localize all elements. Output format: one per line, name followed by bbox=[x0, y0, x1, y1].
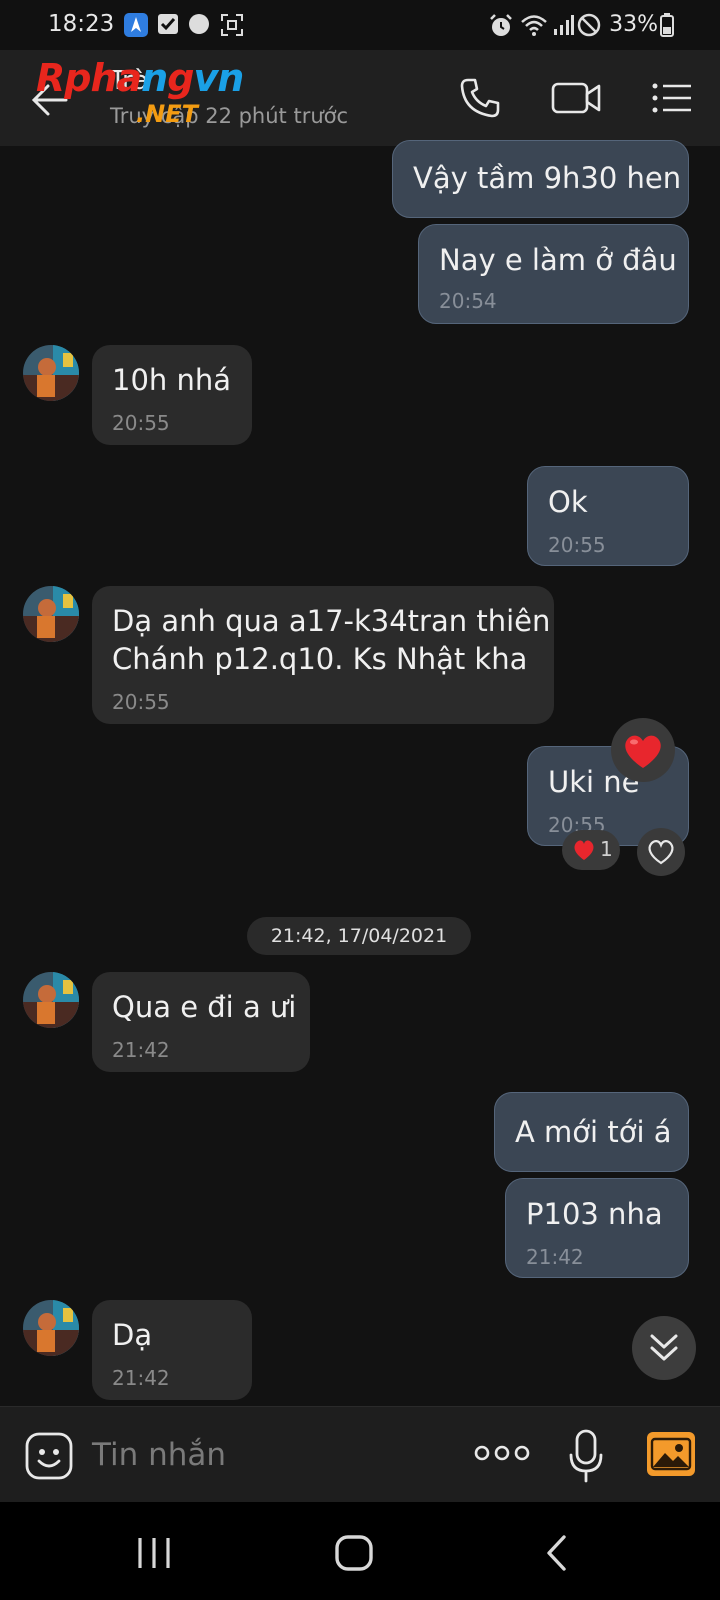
message-bubble-outgoing[interactable]: A mới tới á bbox=[494, 1092, 689, 1172]
message-text: A mới tới á bbox=[515, 1115, 672, 1149]
signal-icon bbox=[554, 15, 574, 35]
message-text: Nay e làm ở đâu bbox=[439, 243, 677, 277]
system-back-icon[interactable] bbox=[544, 1534, 570, 1572]
menu-list-icon[interactable] bbox=[650, 76, 694, 120]
app-notification-icon bbox=[124, 13, 148, 37]
heart-reaction-icon bbox=[574, 840, 594, 860]
message-composer: Tin nhắn bbox=[0, 1406, 720, 1503]
message-time: 21:42 bbox=[526, 1245, 584, 1269]
home-icon[interactable] bbox=[334, 1534, 374, 1572]
watermark-logo: Rphangvn .NET bbox=[36, 56, 244, 128]
date-separator: 21:42, 17/04/2021 bbox=[247, 917, 471, 955]
message-bubble-outgoing[interactable]: P103 nha 21:42 bbox=[505, 1178, 689, 1278]
message-text: Qua e đi a ưi bbox=[112, 990, 297, 1024]
message-text: Vậy tầm 9h30 hen bbox=[413, 161, 682, 195]
message-text: Dạ bbox=[112, 1318, 153, 1352]
message-text-line-2: Chánh p12.q10. Ks Nhật kha bbox=[112, 642, 528, 676]
message-time: 21:42 bbox=[112, 1038, 170, 1062]
message-time: 20:55 bbox=[112, 411, 170, 435]
image-gallery-icon[interactable] bbox=[646, 1431, 696, 1477]
contact-avatar[interactable] bbox=[23, 586, 79, 642]
screenshot-icon bbox=[221, 14, 243, 36]
contact-avatar[interactable] bbox=[23, 972, 79, 1028]
message-bubble-incoming[interactable]: 10h nhá 20:55 bbox=[92, 345, 252, 445]
battery-percent: 33% bbox=[609, 12, 658, 37]
heart-icon bbox=[625, 735, 661, 768]
alarm-icon bbox=[490, 14, 512, 36]
scroll-to-bottom-button[interactable] bbox=[632, 1316, 696, 1380]
status-time: 18:23 bbox=[48, 11, 115, 37]
message-text: P103 nha bbox=[526, 1197, 663, 1231]
message-time: 21:42 bbox=[112, 1366, 170, 1390]
message-bubble-incoming[interactable]: Dạ 21:42 bbox=[92, 1300, 252, 1400]
message-input[interactable]: Tin nhắn bbox=[92, 1437, 226, 1473]
recent-apps-icon[interactable] bbox=[136, 1536, 176, 1570]
battery-icon bbox=[660, 13, 674, 37]
heart-outline-icon bbox=[648, 840, 674, 865]
voice-call-icon[interactable] bbox=[458, 76, 502, 120]
react-like-button[interactable] bbox=[637, 828, 685, 876]
message-time: 20:55 bbox=[112, 690, 170, 714]
message-time: 20:54 bbox=[439, 289, 497, 313]
message-bubble-outgoing[interactable]: Nay e làm ở đâu 20:54 bbox=[418, 224, 689, 324]
system-navigation-bar bbox=[0, 1502, 720, 1600]
status-bar: 18:23 33% bbox=[0, 0, 720, 50]
do-not-disturb-icon bbox=[577, 13, 601, 37]
reaction-badge[interactable]: 1 bbox=[562, 830, 620, 870]
message-bubble-outgoing[interactable]: Vậy tầm 9h30 hen bbox=[392, 140, 689, 218]
double-chevron-down-icon bbox=[650, 1334, 678, 1361]
message-text: Ok bbox=[548, 485, 588, 519]
microphone-icon[interactable] bbox=[568, 1429, 604, 1483]
message-bubble-incoming[interactable]: Qua e đi a ưi 21:42 bbox=[92, 972, 310, 1072]
message-text-line-1: Dạ anh qua a17-k34tran thiên bbox=[112, 604, 551, 638]
dot-notification-icon bbox=[189, 14, 209, 34]
message-time: 20:55 bbox=[548, 533, 606, 557]
video-call-icon[interactable] bbox=[550, 76, 602, 120]
message-bubble-outgoing[interactable]: Ok 20:55 bbox=[527, 466, 689, 566]
reaction-count: 1 bbox=[600, 837, 613, 861]
more-options-icon[interactable] bbox=[474, 1441, 530, 1465]
reaction-picker-heart[interactable] bbox=[611, 718, 675, 782]
contact-avatar[interactable] bbox=[23, 345, 79, 401]
contact-avatar[interactable] bbox=[23, 1300, 79, 1356]
emoji-sticker-icon[interactable] bbox=[24, 1431, 74, 1481]
message-text: 10h nhá bbox=[112, 363, 232, 397]
checkbox-notification-icon bbox=[158, 14, 178, 34]
message-bubble-incoming[interactable]: Dạ anh qua a17-k34tran thiên Chánh p12.q… bbox=[92, 586, 554, 724]
wifi-icon bbox=[521, 15, 547, 36]
chat-header: Trà Truy cập 22 phút trước Rphangvn .NET bbox=[0, 50, 720, 146]
